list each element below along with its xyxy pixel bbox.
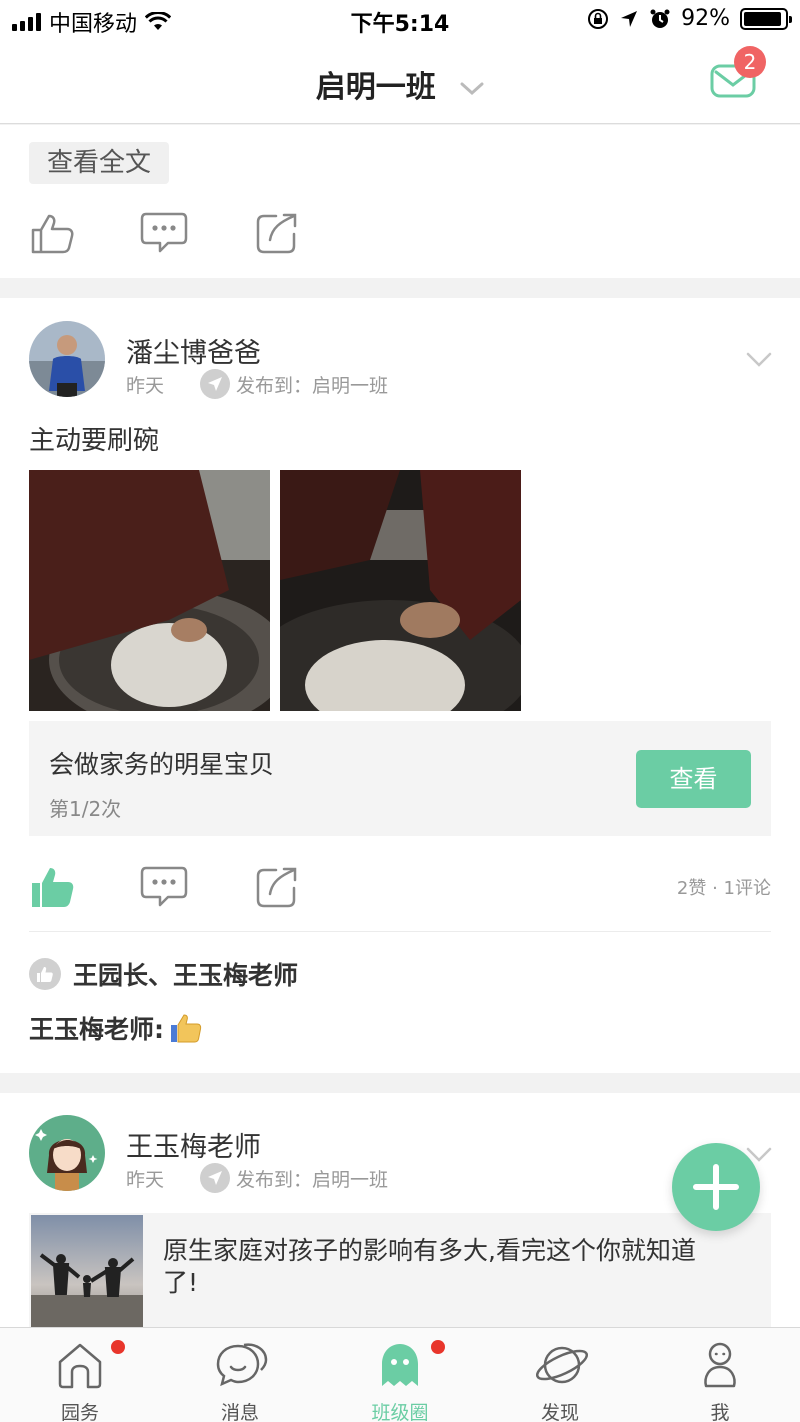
avatar-illustration [29,1115,105,1191]
post-text: 主动要刷碗 [29,426,160,456]
likers-row: 王园长、王玉梅老师 [29,956,298,992]
post-meta: 昨天 发布到：启明一班 [126,1163,388,1193]
link-title: 原生家庭对孩子的影响有多大,看完这个你就知道了! [163,1236,696,1297]
share-icon [256,213,297,254]
comment-item[interactable]: 王玉梅老师: [29,1010,202,1046]
tab-label: 我 [710,1402,730,1422]
send-icon [200,369,231,399]
task-progress: 第1/2次 [49,797,122,821]
shared-link-card[interactable]: 原生家庭对孩子的影响有多大,看完这个你就知道了! [29,1213,771,1333]
post-photo[interactable] [280,470,521,711]
comment-button[interactable] [140,864,188,910]
tab-class-circle[interactable]: 班级圈 [320,1328,480,1422]
author-name[interactable]: 潘尘博爸爸 [126,331,261,370]
house-icon [58,1343,102,1389]
location-icon [621,10,638,27]
mail-badge: 2 [734,46,766,78]
author-name[interactable]: 王玉梅老师 [126,1125,261,1164]
tab-label: 发现 [540,1402,579,1422]
like-button[interactable] [29,210,75,256]
post-time: 昨天 [126,1168,165,1191]
post-card: 潘尘博爸爸 昨天 发布到：启明一班 主动要刷碗 会做家务的明星宝贝 第1/2次 … [0,298,800,1073]
status-bar: 中国移动 下午5:14 92% [0,0,800,40]
mail-button[interactable]: 2 [710,46,766,100]
task-title: 会做家务的明星宝贝 [49,750,275,779]
rotation-lock-icon [588,8,609,29]
nav-title: 启明一班 [315,70,436,105]
status-right: 92% [587,6,792,31]
published-to: 发布到：启明一班 [236,374,389,397]
comment-button[interactable] [140,210,188,256]
person-icon [704,1342,736,1388]
avatar[interactable] [29,321,105,397]
post-time: 昨天 [126,374,165,397]
share-button[interactable] [254,864,300,910]
send-icon [200,1163,231,1193]
tab-discover[interactable]: 发现 [480,1328,640,1422]
share-icon [256,867,297,908]
battery-icon [740,7,792,30]
tab-label: 消息 [220,1402,259,1422]
like-button[interactable] [29,864,75,910]
notification-dot [431,1340,445,1354]
tab-label: 班级圈 [371,1402,429,1422]
task-card: 会做家务的明星宝贝 第1/2次 查看 [29,721,771,836]
add-post-button[interactable] [672,1143,760,1231]
chevron-down-icon [460,82,484,95]
comment-bubble-icon [140,866,188,907]
like-comment-counts: 2赞 · 1评论 [676,878,771,899]
battery-percent: 92% [681,6,730,31]
chevron-down-icon[interactable] [746,352,772,368]
notification-dot [111,1340,125,1354]
plus-icon [693,1164,739,1210]
post-meta: 昨天 发布到：启明一班 [126,369,388,399]
thumbs-up-filled-icon [32,868,74,907]
tab-messages[interactable]: 消息 [160,1328,320,1422]
tab-me[interactable]: 我 [640,1328,800,1422]
thumbs-up-emoji-icon [171,1014,202,1043]
published-to: 发布到：启明一班 [236,1168,389,1191]
tab-campus[interactable]: 园务 [0,1328,160,1422]
alarm-icon [650,9,670,28]
divider [29,931,771,932]
chat-icon [216,1343,268,1387]
class-selector[interactable]: 启明一班 [0,62,800,106]
share-button[interactable] [254,210,300,256]
previous-post: 查看全文 [0,125,800,278]
nav-bar: 启明一班 2 [0,40,800,124]
post-photo[interactable] [29,470,270,711]
link-thumbnail [31,1215,143,1331]
comment-author: 王玉梅老师: [29,1015,164,1044]
view-full-button[interactable]: 查看全文 [29,142,169,184]
view-task-button[interactable]: 查看 [636,750,751,808]
comment-bubble-icon [140,212,188,253]
avatar-photo [29,321,105,397]
avatar[interactable] [29,1115,105,1191]
likers-names[interactable]: 王园长、王玉梅老师 [73,956,298,992]
planet-icon [535,1346,589,1384]
thumbs-up-icon [31,214,74,254]
tab-label: 园务 [60,1402,99,1422]
thumbs-up-icon [29,958,61,990]
tab-bar: 园务 消息 班级圈 发现 我 [0,1327,800,1422]
ghost-icon [382,1344,418,1386]
